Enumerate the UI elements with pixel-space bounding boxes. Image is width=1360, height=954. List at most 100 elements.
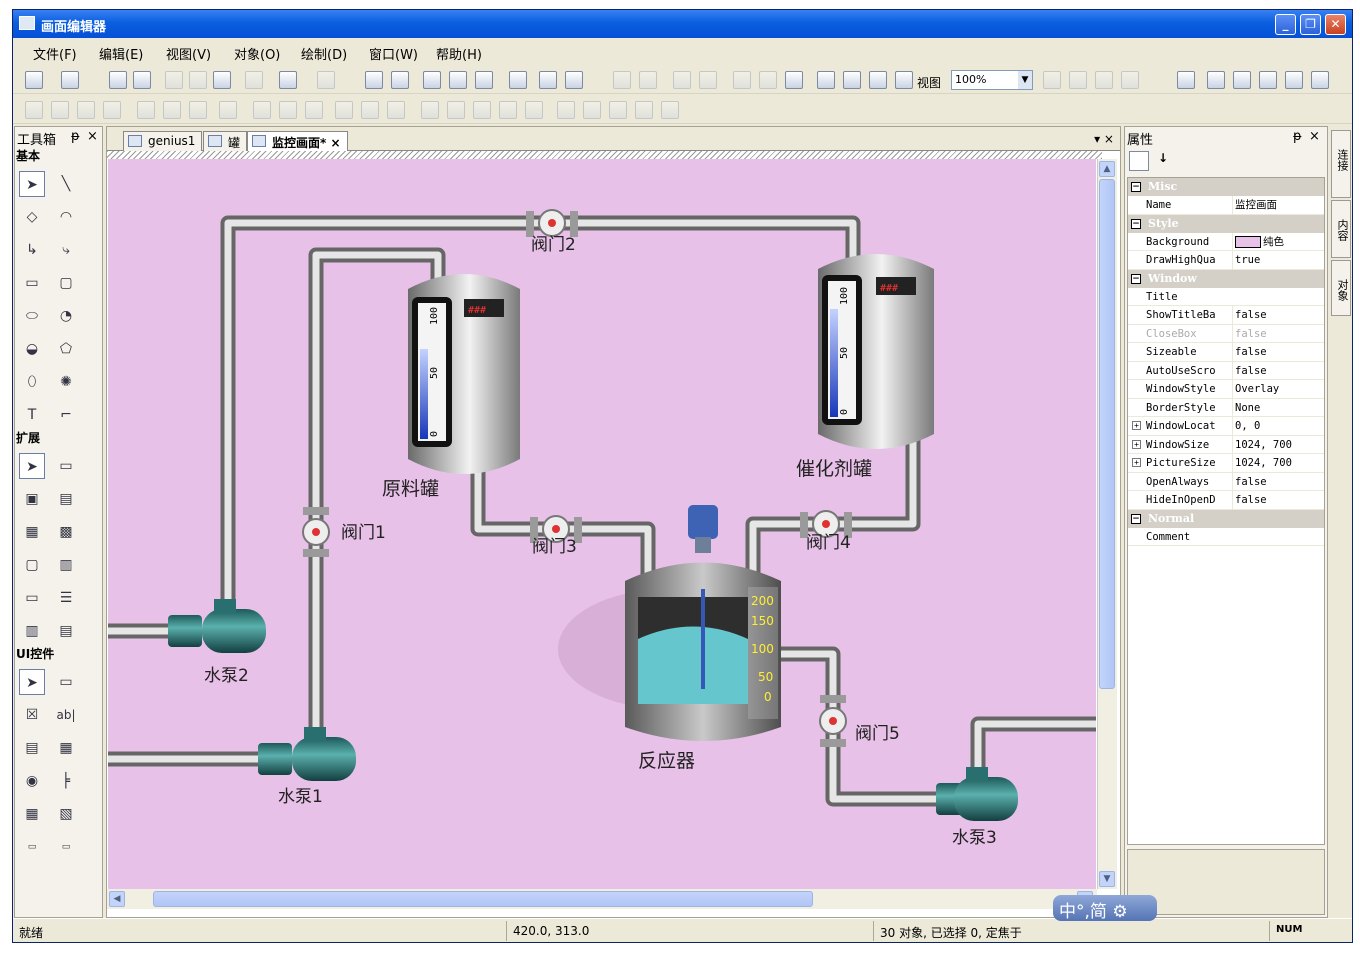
textbox-tool-icon[interactable]: ab| [53, 702, 79, 728]
categorized-icon[interactable] [1129, 151, 1149, 171]
script-icon[interactable] [509, 71, 527, 89]
fit-icon[interactable] [869, 71, 887, 89]
zoom-select[interactable]: 100% ▼ [951, 70, 1033, 90]
property-row[interactable]: ShowTitleBa false [1128, 306, 1324, 325]
gallery-tool-icon[interactable]: ▤ [53, 486, 79, 512]
calendar-tool-icon[interactable]: ▧ [53, 801, 79, 827]
tab-monitor[interactable]: 监控画面* × [247, 131, 348, 151]
property-row[interactable]: Title [1128, 288, 1324, 306]
h-space-equal-icon[interactable] [447, 101, 465, 119]
property-category[interactable]: − Misc [1128, 178, 1324, 196]
page-icon[interactable] [423, 71, 441, 89]
property-row[interactable]: OpenAlways false [1128, 472, 1324, 491]
property-row[interactable]: BorderStyle None [1128, 398, 1324, 417]
expand-icon[interactable]: + [1132, 421, 1141, 430]
group-icon[interactable] [673, 71, 691, 89]
number-tool-icon[interactable]: ▭ [19, 585, 45, 611]
v-space-remove-icon[interactable] [635, 101, 653, 119]
align-left-icon[interactable] [25, 101, 43, 119]
arc-tool-icon[interactable]: ◠ [53, 204, 79, 230]
redo-icon[interactable] [317, 71, 335, 89]
property-value[interactable]: 1024, 700 [1232, 454, 1324, 472]
property-row[interactable]: AutoUseScro false [1128, 361, 1324, 380]
side-tab-content[interactable]: 内容 [1331, 200, 1351, 258]
property-category[interactable]: − Normal [1128, 509, 1324, 528]
property-category[interactable]: − Window [1128, 269, 1324, 288]
property-row[interactable]: DrawHighQua true [1128, 251, 1324, 270]
copy-icon[interactable] [189, 71, 207, 89]
combo-tool-icon[interactable]: ▤ [19, 735, 45, 761]
blob-tool-icon[interactable]: ⬯ [19, 369, 45, 395]
vertical-scroll-thumb[interactable] [1099, 179, 1115, 689]
menu-help[interactable]: 帮助(H) [436, 44, 482, 63]
v-space-equal-icon[interactable] [557, 101, 575, 119]
ellipse-tool-icon[interactable]: ⬭ [19, 303, 45, 329]
connect-icon[interactable] [1259, 71, 1277, 89]
backward-icon[interactable] [1121, 71, 1139, 89]
section-extended[interactable]: 扩展 [16, 429, 40, 446]
zoom-in-icon[interactable] [817, 71, 835, 89]
picture-tool-icon[interactable]: ▦ [19, 519, 45, 545]
zoom-out-icon[interactable] [843, 71, 861, 89]
menu-window[interactable]: 窗口(W) [369, 44, 418, 63]
h-space-inc-icon[interactable] [473, 101, 491, 119]
minimize-button[interactable]: _ [1275, 14, 1296, 35]
text-tool-icon[interactable]: T [19, 402, 45, 428]
menu-edit[interactable]: 编辑(E) [99, 44, 143, 63]
properties-icon[interactable] [1177, 71, 1195, 89]
restore-button[interactable]: ❐ [1300, 14, 1321, 35]
property-value[interactable]: false [1232, 491, 1324, 509]
page-copy-icon[interactable] [449, 71, 467, 89]
format-icon[interactable] [245, 71, 263, 89]
menu-file[interactable]: 文件(F) [33, 44, 77, 63]
tab-menu-icon[interactable]: ▾ × [1094, 132, 1114, 146]
sort-alpha-icon[interactable]: ↓ [1153, 151, 1173, 171]
property-row[interactable]: CloseBox false [1128, 324, 1324, 343]
pointer-tool-2-icon[interactable]: ➤ [19, 453, 45, 479]
property-row[interactable]: Name 监控画面 [1128, 196, 1324, 215]
property-value[interactable]: false [1232, 324, 1324, 343]
property-value[interactable]: 0, 0 [1232, 417, 1324, 435]
rect-tool-icon[interactable]: ▭ [19, 270, 45, 296]
export-icon[interactable] [391, 71, 409, 89]
pin-icon[interactable]: ᵽ [71, 129, 80, 144]
property-row[interactable]: + PictureSize 1024, 700 [1128, 454, 1324, 473]
save-dropdown-icon[interactable] [61, 71, 79, 89]
checkbox-tool-icon[interactable]: ☒ [19, 702, 45, 728]
property-row[interactable]: WindowStyle Overlay [1128, 380, 1324, 399]
collapse-icon[interactable]: − [1131, 513, 1141, 524]
ungroup-icon[interactable] [699, 71, 717, 89]
align-right-icon[interactable] [77, 101, 95, 119]
tab-close-icon[interactable]: × [330, 136, 340, 150]
align-center-icon[interactable] [51, 101, 69, 119]
snap-icon[interactable] [759, 71, 777, 89]
menu-view[interactable]: 视图(V) [166, 44, 211, 63]
paste-icon[interactable] [213, 71, 231, 89]
gear-icon[interactable]: ⚙ [1112, 902, 1127, 922]
forward-icon[interactable] [1095, 71, 1113, 89]
section-ui-controls[interactable]: UI控件 [16, 645, 54, 662]
space-h-icon[interactable] [335, 101, 353, 119]
ime-indicator[interactable]: 中°,简 ⚙ [1053, 895, 1157, 922]
grid-icon[interactable] [733, 71, 751, 89]
scroll-down-icon[interactable]: ▼ [1099, 871, 1115, 887]
property-value[interactable]: false [1232, 472, 1324, 491]
save-icon[interactable] [109, 71, 127, 89]
toolbox-icon[interactable] [1207, 71, 1225, 89]
spin-tool-icon[interactable]: ▭ [19, 834, 45, 860]
send-back-icon[interactable] [1069, 71, 1087, 89]
output-icon[interactable] [1233, 71, 1251, 89]
expand-icon[interactable]: + [1132, 458, 1141, 467]
property-value[interactable]: None [1232, 398, 1324, 417]
pin-icon[interactable]: ᵽ [1293, 129, 1302, 144]
design-canvas[interactable]: 100 50 0 100 50 0 ### ### 200 150 100 50… [108, 159, 1096, 889]
property-category[interactable]: − Style [1128, 214, 1324, 233]
property-row[interactable]: Comment [1128, 528, 1324, 546]
toolbox-close-icon[interactable]: × [87, 129, 98, 144]
meter-tool-icon[interactable]: ▥ [53, 552, 79, 578]
v-space-dec-icon[interactable] [609, 101, 627, 119]
property-row[interactable]: HideInOpenD false [1128, 491, 1324, 510]
property-value[interactable]: 监控画面 [1232, 196, 1324, 214]
undo-icon[interactable] [279, 71, 297, 89]
button-tool-icon[interactable]: ▭ [53, 669, 79, 695]
